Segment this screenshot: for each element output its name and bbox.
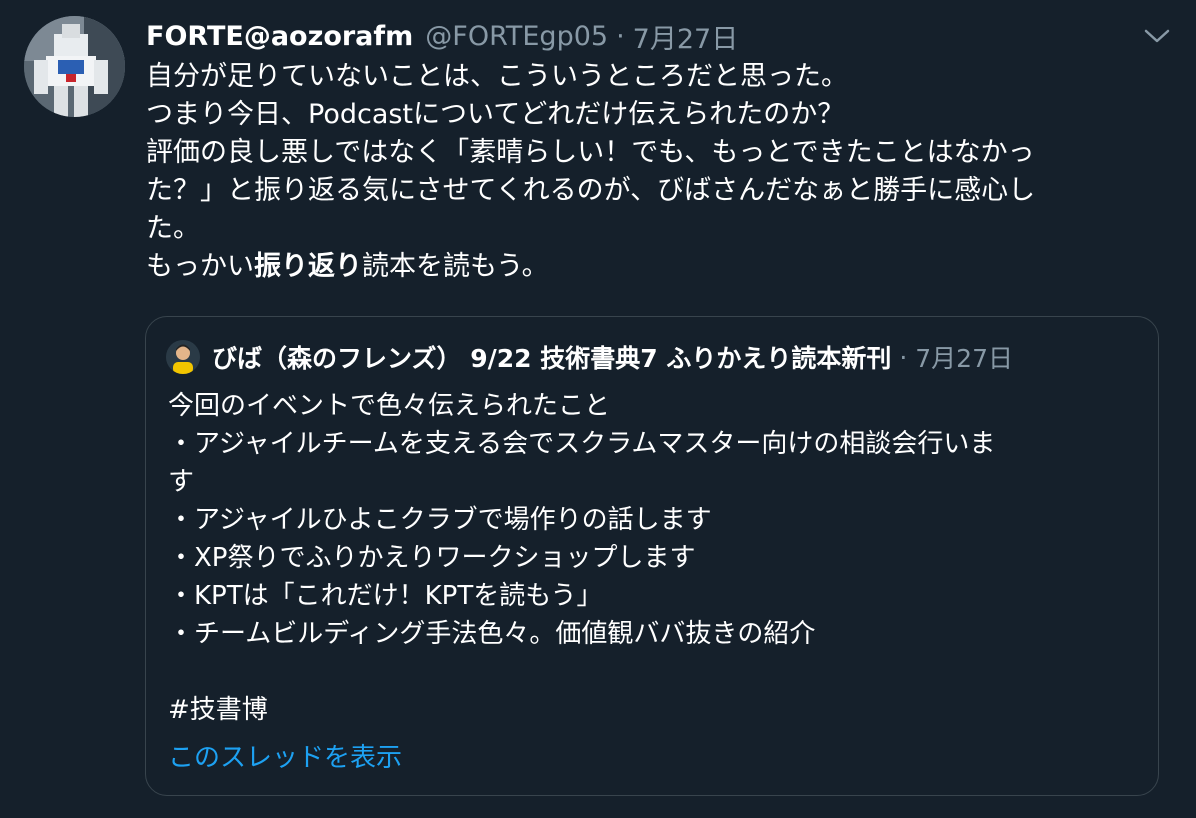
chevron-down-icon[interactable] bbox=[1142, 26, 1172, 46]
quoted-text-line: ・アジャイルチームを支える会でスクラムマスター向けの相談会行いま bbox=[168, 429, 996, 459]
quoted-tweet-date[interactable]: 7月27日 bbox=[915, 339, 1013, 375]
tweet-text: 自分が足りていないことは、こういうところだと思った。 つまり今日、Podcast… bbox=[146, 58, 1156, 286]
quoted-tweet-header: びば（森のフレンズ） 9/22 技術書典7 ふりかえり読本新刊 · 7月27日 bbox=[166, 337, 1013, 377]
last-line-bold: 振り返り bbox=[254, 251, 362, 282]
last-line-suffix: 読本を読もう。 bbox=[362, 251, 549, 282]
quoted-display-name[interactable]: びば（森のフレンズ） 9/22 技術書典7 ふりかえり読本新刊 bbox=[212, 339, 891, 375]
show-thread-link[interactable]: このスレッドを表示 bbox=[168, 737, 402, 774]
user-handle[interactable]: @FORTEgp05 bbox=[425, 21, 608, 52]
tweet-text-last-line: もっかい振り返り読本を読もう。 bbox=[146, 248, 1156, 286]
quoted-tweet[interactable]: びば（森のフレンズ） 9/22 技術書典7 ふりかえり読本新刊 · 7月27日 … bbox=[145, 316, 1159, 796]
tweet-text-line: た。 bbox=[146, 213, 200, 244]
robot-avatar-icon[interactable] bbox=[24, 16, 125, 117]
display-name[interactable]: FORTE@aozorafm bbox=[146, 21, 413, 52]
tweet-text-line: た？」と振り返る気にさせてくれるのが、びばさんだなぁと勝手に感心し bbox=[146, 175, 1036, 206]
quoted-text-line: す bbox=[168, 467, 195, 497]
quoted-text-line: ・XP祭りでふりかえりワークショップします bbox=[168, 543, 696, 573]
last-line-prefix: もっかい bbox=[146, 251, 254, 282]
quoted-text-blank-line bbox=[168, 653, 1138, 691]
quoted-tweet-text: 今回のイベントで色々伝えられたこと ・アジャイルチームを支える会でスクラムマスタ… bbox=[168, 387, 1138, 729]
tweet-text-line: 評価の良し悪しではなく「素晴らしい！でも、もっとできたことはなかっ bbox=[146, 137, 1035, 168]
hashtag-link[interactable]: #技書博 bbox=[168, 691, 1138, 729]
tweet-date[interactable]: 7月27日 bbox=[633, 17, 739, 56]
tweet-text-line: つまり今日、Podcastについてどれだけ伝えられたのか？ bbox=[146, 99, 845, 130]
separator-dot: · bbox=[616, 20, 625, 52]
quoted-text-line: ・アジャイルひよこクラブで場作りの話します bbox=[168, 505, 712, 535]
tweet-text-line: 自分が足りていないことは、こういうところだと思った。 bbox=[146, 61, 848, 92]
quoted-text-line: 今回のイベントで色々伝えられたこと bbox=[168, 391, 611, 421]
quoted-text-line: ・KPTは「これだけ！KPTを読もう」 bbox=[168, 581, 603, 611]
tweet-header: FORTE@aozorafm @FORTEgp05 · 7月27日 bbox=[146, 16, 738, 56]
quoted-text-line: ・チームビルディング手法色々。価値観ババ抜きの紹介 bbox=[168, 619, 816, 649]
tweet[interactable]: FORTE@aozorafm @FORTEgp05 · 7月27日 自分が足りて… bbox=[0, 0, 1196, 818]
person-avatar-icon bbox=[166, 340, 200, 374]
separator-dot: · bbox=[899, 342, 908, 372]
